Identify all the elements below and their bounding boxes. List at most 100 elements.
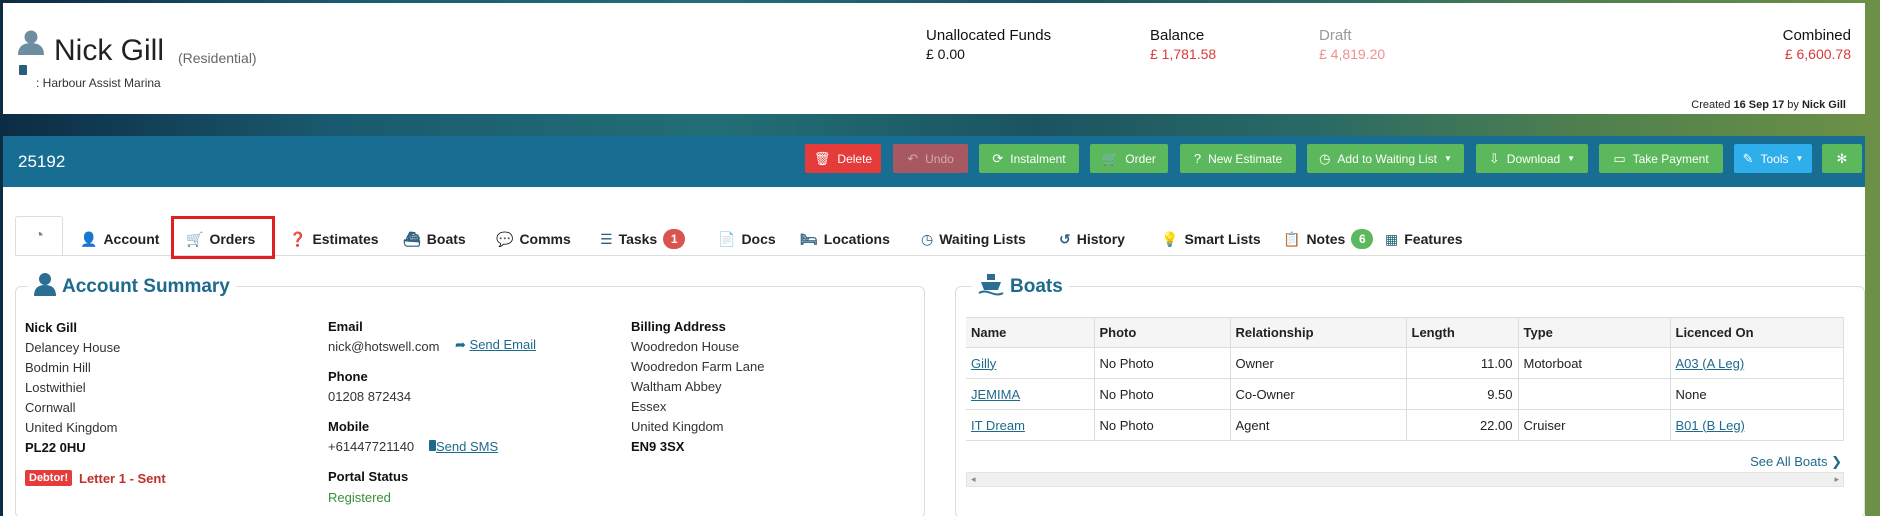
new-estimate-button[interactable]: ? New Estimate <box>1180 144 1296 173</box>
berth-link[interactable]: B01 (B Leg) <box>1676 418 1745 433</box>
instalment-button[interactable]: ⟳ Instalment <box>979 144 1079 173</box>
user-icon <box>34 272 56 302</box>
unallocated-funds: Unallocated Funds £ 0.00 <box>926 27 1052 62</box>
tasks-icon: ☰ <box>600 230 613 247</box>
user-icon <box>18 29 44 58</box>
account-summary-title: Account Summary <box>28 272 236 302</box>
billing-address-label: Billing Address <box>631 319 726 334</box>
combined: Combined £ 6,600.78 <box>1782 27 1851 62</box>
refresh-icon: ⟳ <box>992 151 1004 166</box>
billing-line: United Kingdom <box>631 419 724 434</box>
note-icon: 📋 <box>1283 230 1301 247</box>
table-cell: Cruiser <box>1518 409 1671 441</box>
boats-table: Name Photo Relationship Length Type Lice… <box>966 317 1844 441</box>
file-icon: 📄 <box>718 230 736 247</box>
horizontal-scrollbar[interactable]: ◂ ▸ <box>966 472 1844 487</box>
table-cell: None <box>1670 378 1844 410</box>
balance: Balance £ 1,781.58 <box>1150 27 1217 62</box>
table-cell: Owner <box>1230 347 1407 379</box>
tab-docs[interactable]: 📄 Docs <box>718 222 776 256</box>
tab-features[interactable]: ▦ Features <box>1385 222 1463 256</box>
take-payment-button[interactable]: ▭ Take Payment <box>1599 144 1723 173</box>
boats-title: Boats <box>972 272 1069 302</box>
cart-icon: 🛒 <box>1102 151 1119 166</box>
scroll-left-icon[interactable]: ◂ <box>971 473 976 486</box>
mobile-value: +61447721140 <box>328 439 415 454</box>
marina-name: : Harbour Assist Marina <box>36 76 161 90</box>
billing-line: Essex <box>631 399 667 414</box>
tab-notes[interactable]: 📋 Notes 6 <box>1283 222 1374 256</box>
settings-button[interactable]: ✻ <box>1822 144 1862 173</box>
billing-line: Woodredon Farm Lane <box>631 359 765 374</box>
tasks-count-badge: 1 <box>663 229 686 249</box>
tab-dashboard[interactable]: ◔ <box>15 216 63 255</box>
magic-wand-icon: ✎ <box>1742 151 1754 166</box>
undo-icon: ↶ <box>907 151 919 166</box>
address-line: Lostwithiel <box>25 380 86 395</box>
tab-estimates[interactable]: ❓ Estimates <box>289 222 379 256</box>
table-cell: 9.50 <box>1406 378 1519 410</box>
customer-header: Nick Gill (Residential) : Harbour Assist… <box>3 3 1865 114</box>
marina-icon <box>19 65 27 75</box>
billing-postcode: EN9 3SX <box>631 439 685 454</box>
berth-link[interactable]: A03 (A Leg) <box>1676 356 1745 371</box>
email-value: nick@hotswell.com <box>328 339 440 354</box>
tab-comms[interactable]: 💬 Comms <box>496 222 571 256</box>
caret-down-icon: ▼ <box>1444 154 1452 163</box>
letter-status: Letter 1 - Sent <box>79 471 166 486</box>
column-header: Length <box>1406 317 1519 348</box>
chevron-right-icon: ❯ <box>1831 454 1842 469</box>
send-email-link[interactable]: ➦ Send Email <box>455 337 536 353</box>
order-button[interactable]: 🛒 Order <box>1090 144 1168 173</box>
bed-icon: 🛏 <box>800 230 818 247</box>
column-header: Name <box>966 317 1095 348</box>
share-icon: ➦ <box>455 337 466 352</box>
money-icon: ▭ <box>1613 151 1626 166</box>
tab-tasks[interactable]: ☰ Tasks 1 <box>600 222 686 256</box>
boat-name-link[interactable]: JEMIMA <box>971 387 1020 402</box>
table-cell: No Photo <box>1094 378 1231 410</box>
tab-history[interactable]: ↺ History <box>1059 222 1125 256</box>
mobile-label: Mobile <box>328 419 370 434</box>
tab-smart-lists[interactable]: 💡 Smart Lists <box>1161 222 1261 256</box>
customer-name: Nick Gill <box>54 34 164 67</box>
postcode: PL22 0HU <box>25 440 86 455</box>
address-line: United Kingdom <box>25 420 118 435</box>
tools-button[interactable]: ✎ Tools ▼ <box>1734 144 1812 173</box>
debtor-badge: Debtor! <box>25 470 73 486</box>
clock-icon: ◷ <box>921 230 934 247</box>
undo-button[interactable]: ↶ Undo <box>893 144 968 173</box>
scroll-right-icon[interactable]: ▸ <box>1834 473 1839 486</box>
table-row: Gilly No Photo Owner 11.00 Motorboat A03… <box>966 347 1844 379</box>
address-line: Cornwall <box>25 400 76 415</box>
boat-icon: ⛴ <box>403 230 421 247</box>
gear-icon: ✻ <box>1836 151 1848 166</box>
dashboard-icon: ◔ <box>34 226 44 244</box>
table-header-row: Name Photo Relationship Length Type Lice… <box>966 317 1844 348</box>
see-all-boats-link[interactable]: See All Boats ❯ <box>1750 454 1842 470</box>
user-icon: 👤 <box>80 230 98 247</box>
boat-icon <box>978 272 1004 302</box>
table-cell: Agent <box>1230 409 1407 441</box>
portal-status-label: Portal Status <box>328 469 409 484</box>
history-icon: ↺ <box>1059 230 1071 247</box>
phone-value: 01208 872434 <box>328 389 412 404</box>
table-cell: 22.00 <box>1406 409 1519 441</box>
draft: Draft £ 4,819.20 <box>1319 27 1386 62</box>
tab-account[interactable]: 👤 Account <box>80 222 159 256</box>
boat-name-link[interactable]: Gilly <box>971 356 996 371</box>
add-to-waiting-list-button[interactable]: ◷ Add to Waiting List ▼ <box>1307 144 1464 173</box>
delete-button[interactable]: 🗑 Delete <box>805 144 881 173</box>
tab-locations[interactable]: 🛏 Locations <box>800 222 890 256</box>
send-sms-link[interactable]: Send SMS <box>429 439 498 454</box>
table-cell: 11.00 <box>1406 347 1519 379</box>
account-number: 25192 <box>18 152 66 171</box>
tab-waiting-lists[interactable]: ◷ Waiting Lists <box>921 222 1026 256</box>
grid-icon: ▦ <box>1385 230 1399 247</box>
portal-status-value: Registered <box>328 490 391 505</box>
lightbulb-icon: 💡 <box>1161 230 1179 247</box>
billing-line: Waltham Abbey <box>631 379 722 394</box>
boat-name-link[interactable]: IT Dream <box>971 418 1025 433</box>
download-button[interactable]: ⇩ Download ▼ <box>1476 144 1588 173</box>
tab-boats[interactable]: ⛴ Boats <box>403 222 466 256</box>
